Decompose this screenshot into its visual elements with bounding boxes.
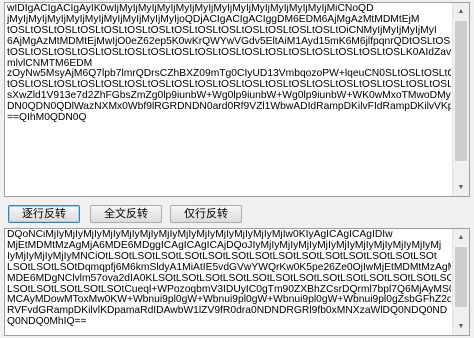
output-text-line: MDE6MDgNClvlm57ova2dIA0KLSOtLSOtLSOtLSOt… xyxy=(7,272,451,284)
input-text-line: 6AjMgAzMtMDMtEjMwIjO0eZ62ep5K0wKrQWYwVGd… xyxy=(7,35,451,47)
scroll-thumb[interactable] xyxy=(455,247,467,307)
scroll-down-arrow-icon[interactable]: ▼ xyxy=(453,318,469,335)
output-text-line: Q0NDQ0MhIQ== xyxy=(7,316,87,328)
output-text-content[interactable]: DQoNCiMjIyMjIyMjIyMjIyMjIyMjIyMjIyMjIyMj… xyxy=(7,230,451,328)
scroll-thumb[interactable] xyxy=(455,21,467,161)
output-textbox[interactable]: DQoNCiMjIyMjIyMjIyMjIyMjIyMjIyMjIyMjIyMj… xyxy=(4,228,470,336)
reverse-lines-only-button[interactable]: 仅行反转 xyxy=(170,205,242,223)
scroll-up-arrow-icon[interactable]: ▲ xyxy=(453,3,469,20)
input-textbox[interactable]: wIDIgACIgACIgAyIK0wIjMyIjMyIjMyIjMyIjMyI… xyxy=(4,2,470,197)
reverse-per-line-button[interactable]: 逐行反转 xyxy=(8,205,80,223)
input-text-content[interactable]: wIDIgACIgACIgAyIK0wIjMyIjMyIjMyIjMyIjMyI… xyxy=(7,4,451,124)
output-text-line: LSOtLSOtLSOtDqmqpfj6M6kmSldyA1MiAtIE5vdG… xyxy=(7,261,451,273)
reverse-all-button[interactable]: 全文反转 xyxy=(90,205,162,223)
input-text-line: tOSLtOSLtOSLtOSLtOSLtOSLtOSLtOSLtOSLtOSL… xyxy=(7,46,451,58)
output-vertical-scrollbar[interactable]: ▲ ▼ xyxy=(452,229,469,335)
input-text-line: ==QIhM0QDN0Q xyxy=(7,112,87,124)
scroll-down-arrow-icon[interactable]: ▼ xyxy=(453,179,469,196)
scroll-up-arrow-icon[interactable]: ▲ xyxy=(453,229,469,246)
input-vertical-scrollbar[interactable]: ▲ ▼ xyxy=(452,3,469,196)
main-window: wIDIgACIgACIgAyIK0wIjMyIjMyIjMyIjMyIjMyI… xyxy=(0,0,474,338)
